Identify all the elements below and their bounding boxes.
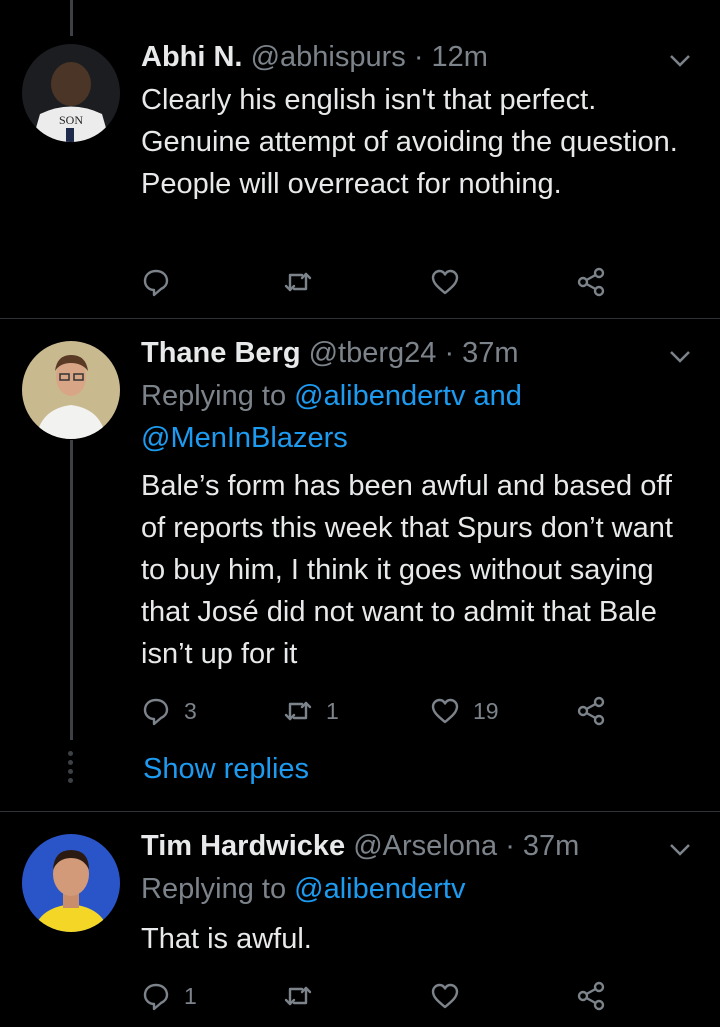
tweet-text: Bale’s form has been awful and based off…	[141, 470, 673, 670]
chevron-down-icon	[670, 351, 690, 363]
reply-count: 3	[184, 697, 197, 724]
username[interactable]: @abhispurs	[251, 41, 406, 73]
like-icon	[431, 983, 459, 1009]
mention-link[interactable]: @alibendertv	[294, 380, 465, 412]
tweet-header: Thane Berg @tberg24 · 37m	[141, 336, 519, 370]
replying-to: Replying to @alibendertv and @MenInBlaze…	[141, 375, 701, 459]
like-button[interactable]	[429, 264, 461, 300]
reply-button[interactable]: 1	[140, 978, 197, 1014]
mention-link[interactable]: @alibendertv	[294, 873, 465, 905]
tweet-actions: 3 1 19	[0, 693, 720, 729]
tweet-menu-button[interactable]	[668, 346, 692, 366]
retweet-count: 1	[326, 697, 339, 724]
replying-prefix: Replying to	[141, 873, 287, 905]
tweet-actions	[0, 264, 720, 300]
like-icon	[431, 698, 459, 724]
retweet-button[interactable]	[282, 264, 314, 300]
retweet-button[interactable]: 1	[282, 693, 339, 729]
retweet-icon	[284, 272, 312, 292]
avatar-image: SON	[22, 44, 120, 142]
reply-icon	[143, 983, 169, 1011]
replying-and[interactable]: and	[474, 380, 522, 412]
tweet-text: That is awful.	[141, 923, 312, 955]
avatar-image	[22, 341, 120, 439]
display-name[interactable]: Abhi N.	[141, 41, 243, 73]
like-icon	[431, 269, 459, 295]
timestamp[interactable]: · 12m	[414, 41, 488, 73]
reply-icon	[143, 698, 169, 726]
like-button[interactable]	[429, 978, 461, 1014]
share-button[interactable]	[575, 693, 607, 729]
avatar[interactable]	[22, 341, 120, 439]
reply-count: 1	[184, 982, 197, 1009]
chevron-down-icon	[670, 55, 690, 67]
share-button[interactable]	[575, 978, 607, 1014]
username[interactable]: @Arselona	[353, 830, 497, 862]
retweet-button[interactable]	[282, 978, 314, 1014]
share-button[interactable]	[575, 264, 607, 300]
retweet-icon	[284, 701, 312, 721]
display-name[interactable]: Thane Berg	[141, 337, 301, 369]
tweet-actions: 1	[0, 978, 720, 1014]
retweet-icon	[284, 986, 312, 1006]
tweet-text: Clearly his english isn't that perfect. …	[141, 84, 678, 200]
display-name[interactable]: Tim Hardwicke	[141, 830, 345, 862]
tweet-header: Tim Hardwicke @Arselona · 37m	[141, 829, 579, 863]
replying-to: Replying to @alibendertv	[141, 868, 701, 910]
avatar[interactable]: SON	[22, 44, 120, 142]
reply-button[interactable]	[140, 264, 172, 300]
chevron-down-icon	[670, 844, 690, 856]
mention-link[interactable]: @MenInBlazers	[141, 422, 348, 454]
tweet-abhi[interactable]: SON Abhi N. @abhispurs · 12m Clearly his…	[0, 0, 720, 318]
show-replies-link[interactable]: Show replies	[143, 752, 309, 786]
replying-prefix: Replying to	[141, 380, 287, 412]
tweet-tim[interactable]: Tim Hardwicke @Arselona · 37m Replying t…	[0, 812, 720, 1027]
tweet-menu-button[interactable]	[668, 50, 692, 70]
share-icon	[577, 981, 605, 1011]
share-icon	[577, 696, 605, 726]
timestamp[interactable]: · 37m	[444, 337, 518, 369]
share-icon	[577, 267, 605, 297]
avatar-image	[22, 834, 120, 932]
like-button[interactable]: 19	[429, 693, 499, 729]
username[interactable]: @tberg24	[309, 337, 437, 369]
reply-button[interactable]: 3	[140, 693, 197, 729]
avatar[interactable]	[22, 834, 120, 932]
like-count: 19	[473, 697, 499, 724]
reply-icon	[143, 269, 169, 297]
jersey-name: SON	[59, 113, 83, 127]
tweet-menu-button[interactable]	[668, 839, 692, 859]
tweet-thane[interactable]: Thane Berg @tberg24 · 37m Replying to @a…	[0, 319, 720, 811]
tweet-header: Abhi N. @abhispurs · 12m	[141, 40, 488, 74]
timestamp[interactable]: · 37m	[505, 830, 579, 862]
